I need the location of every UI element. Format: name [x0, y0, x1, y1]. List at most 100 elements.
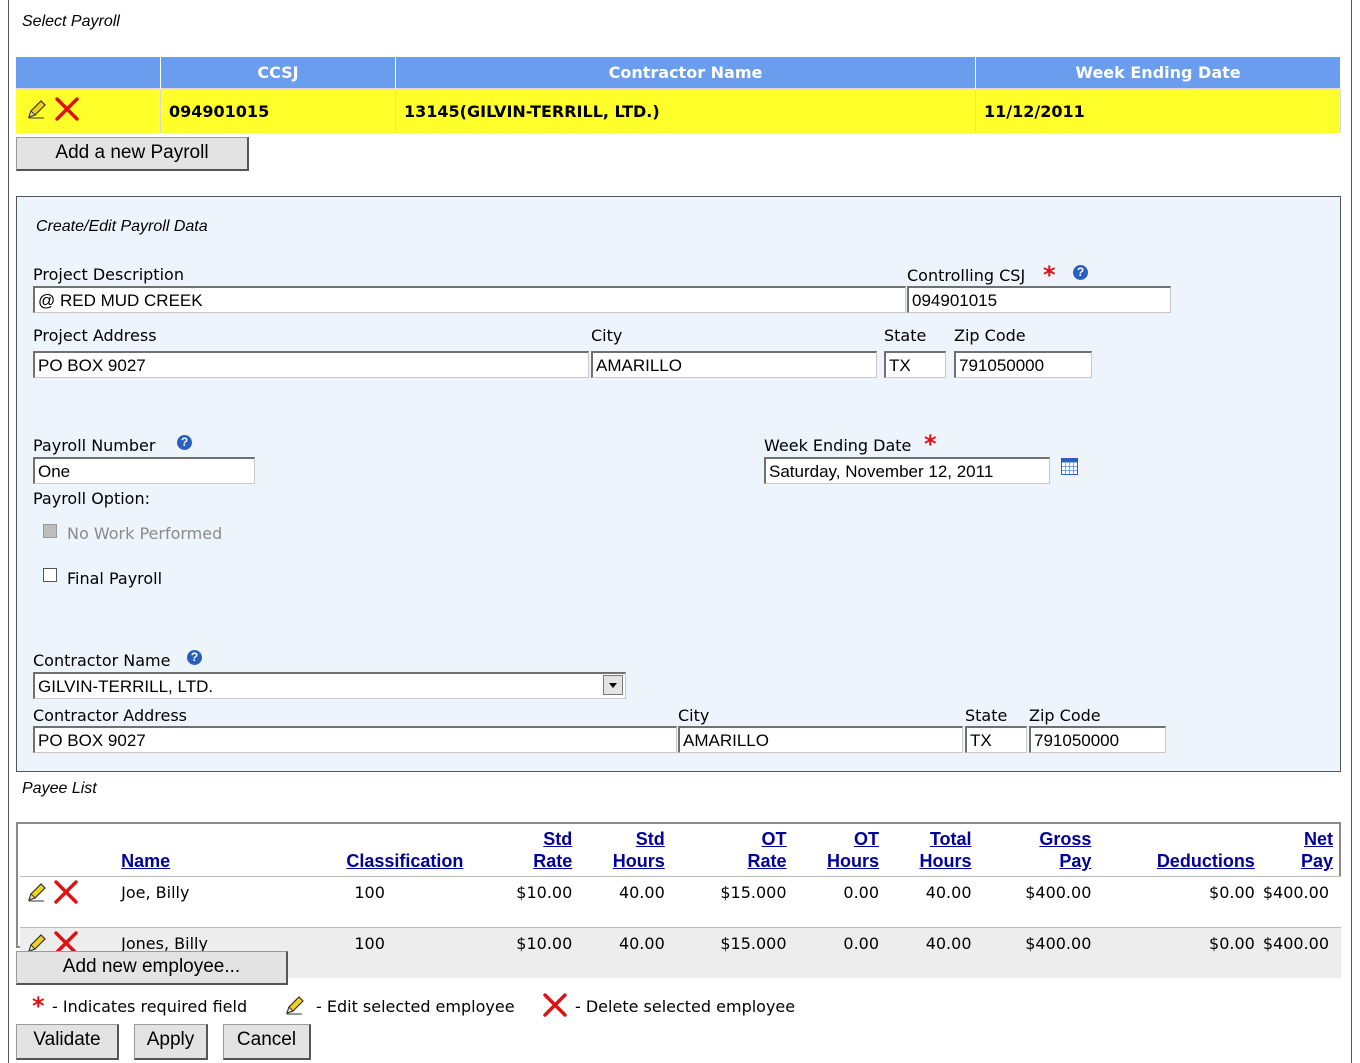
project-address-field[interactable]: PO BOX 9027	[33, 351, 589, 378]
frame-left-border	[8, 0, 9, 1063]
no-work-performed-checkbox[interactable]	[43, 524, 57, 538]
payee-total-hours: 40.00	[887, 927, 980, 978]
ccsj-header: CCSJ	[160, 57, 396, 89]
payroll-row[interactable]: 094901015 13145(GILVIN-TERRILL, LTD.) 11…	[16, 88, 1341, 133]
net-pay-header-line1: Net	[1303, 829, 1333, 849]
ot-hours-header[interactable]: OT Hours	[795, 828, 887, 877]
calendar-icon[interactable]	[1061, 458, 1078, 479]
week-ending-date-field[interactable]: Saturday, November 12, 2011	[764, 457, 1050, 484]
controlling-csj-label: Controlling CSJ	[907, 266, 1026, 285]
add-new-employee-button[interactable]: Add new employee...	[16, 951, 288, 985]
dropdown-arrow-icon[interactable]	[603, 675, 623, 695]
ot-hours-header-line2: Hours	[827, 851, 880, 871]
payee-actions-header	[20, 828, 121, 877]
payroll-contractor-cell: 13145(GILVIN-TERRILL, LTD.)	[395, 88, 976, 133]
payee-std-hours: 40.00	[580, 876, 673, 928]
contractor-name-label: Contractor Name	[33, 651, 171, 670]
required-star-icon: *	[32, 992, 45, 1020]
gross-pay-header[interactable]: Gross Pay	[980, 828, 1100, 877]
cancel-button[interactable]: Cancel	[223, 1024, 311, 1060]
name-header-label: Name	[121, 851, 171, 871]
classification-header[interactable]: Classification	[346, 828, 483, 877]
project-description-field[interactable]: @ RED MUD CREEK	[33, 286, 906, 313]
final-payroll-label: Final Payroll	[67, 569, 163, 588]
payee-net-pay: $400.00	[1262, 927, 1341, 978]
legend-edit-text: - Edit selected employee	[316, 997, 515, 1016]
frame-right-border	[1351, 0, 1352, 1063]
ot-rate-header[interactable]: OT Rate	[673, 828, 795, 877]
contractor-city-field[interactable]: AMARILLO	[678, 726, 963, 753]
ot-rate-header-line2: Rate	[747, 851, 787, 871]
payee-deductions: $0.00	[1099, 927, 1263, 978]
zip-code-field[interactable]: 791050000	[954, 351, 1092, 378]
net-pay-header[interactable]: Net Pay	[1263, 828, 1341, 877]
contractor-zip-field[interactable]: 791050000	[1029, 726, 1166, 753]
payee-ot-hours: 0.00	[794, 876, 888, 928]
contractor-name-header: Contractor Name	[395, 57, 976, 89]
ot-rate-header-line1: OT	[761, 829, 787, 849]
pencil-icon	[284, 994, 306, 1020]
payee-ot-hours: 0.00	[794, 927, 888, 978]
row-actions	[20, 876, 122, 928]
gross-pay-header-line2: Pay	[1059, 851, 1092, 871]
payee-classification: 100	[346, 876, 484, 928]
payee-std-rate: $10.00	[483, 927, 581, 978]
payroll-week-ending-cell: 11/12/2011	[975, 88, 1341, 133]
payee-gross-pay: $400.00	[979, 876, 1100, 928]
select-payroll-title: Select Payroll	[22, 13, 120, 30]
std-rate-header-line1: Std	[543, 829, 573, 849]
zip-code-label: Zip Code	[954, 326, 1026, 345]
total-hours-header[interactable]: Total Hours	[887, 828, 979, 877]
name-header[interactable]: Name	[121, 828, 346, 877]
question-help-icon[interactable]: ?	[1073, 265, 1088, 280]
required-star-icon: *	[924, 430, 937, 458]
payee-list-title: Payee List	[22, 780, 97, 797]
week-ending-header: Week Ending Date	[975, 57, 1341, 89]
payroll-option-label: Payroll Option:	[33, 489, 150, 508]
select-payroll-table: CCSJ Contractor Name Week Ending Date 09…	[16, 57, 1341, 133]
add-new-payroll-button[interactable]: Add a new Payroll	[16, 137, 249, 171]
std-hours-header-line1: Std	[635, 829, 665, 849]
table-row[interactable]: Joe, Billy 100 $10.00 40.00 $15.000 0.00…	[20, 876, 1341, 928]
contractor-state-label: State	[965, 706, 1008, 725]
apply-button[interactable]: Apply	[134, 1024, 208, 1060]
std-rate-header-line2: Rate	[533, 851, 573, 871]
no-work-performed-label: No Work Performed	[67, 524, 223, 543]
contractor-name-selected-value: GILVIN-TERRILL, LTD.	[38, 677, 214, 696]
required-star-icon: *	[1043, 261, 1056, 289]
question-help-icon[interactable]: ?	[177, 435, 192, 450]
payroll-ccsj-cell: 094901015	[160, 88, 396, 133]
payee-ot-rate: $15.000	[672, 876, 795, 928]
payroll-number-field[interactable]: One	[33, 457, 255, 484]
payee-list-box: Name Classification Std Rate Std Hours OT R…	[16, 822, 1341, 978]
deductions-header[interactable]: Deductions	[1099, 828, 1262, 877]
create-edit-title: Create/Edit Payroll Data	[36, 218, 208, 235]
contractor-name-select[interactable]: GILVIN-TERRILL, LTD.	[33, 672, 626, 699]
city-field[interactable]: AMARILLO	[591, 351, 877, 378]
legend-delete-text: - Delete selected employee	[575, 997, 796, 1016]
std-hours-header-line2: Hours	[612, 851, 665, 871]
contractor-address-field[interactable]: PO BOX 9027	[33, 726, 677, 753]
red-x-icon[interactable]	[53, 879, 79, 909]
legend-required-text: - Indicates required field	[52, 997, 248, 1016]
select-payroll-header-row: CCSJ Contractor Name Week Ending Date	[16, 57, 1341, 89]
std-hours-header[interactable]: Std Hours	[580, 828, 672, 877]
payee-gross-pay: $400.00	[979, 927, 1100, 978]
state-field[interactable]: TX	[884, 351, 946, 378]
red-x-icon[interactable]	[54, 96, 80, 126]
payee-name: Joe, Billy	[121, 876, 347, 928]
payroll-number-label: Payroll Number	[33, 436, 156, 455]
actions-header	[16, 57, 161, 89]
payee-std-hours: 40.00	[580, 927, 673, 978]
final-payroll-checkbox[interactable]	[43, 568, 57, 582]
payee-classification: 100	[346, 927, 484, 978]
std-rate-header[interactable]: Std Rate	[484, 828, 580, 877]
classification-header-label: Classification	[346, 851, 464, 871]
validate-button[interactable]: Validate	[16, 1024, 119, 1060]
pencil-icon[interactable]	[26, 881, 48, 907]
question-help-icon[interactable]: ?	[187, 650, 202, 665]
controlling-csj-field[interactable]: 094901015	[907, 286, 1171, 313]
contractor-state-field[interactable]: TX	[965, 726, 1027, 753]
pencil-icon[interactable]	[26, 98, 48, 124]
contractor-zip-label: Zip Code	[1029, 706, 1101, 725]
